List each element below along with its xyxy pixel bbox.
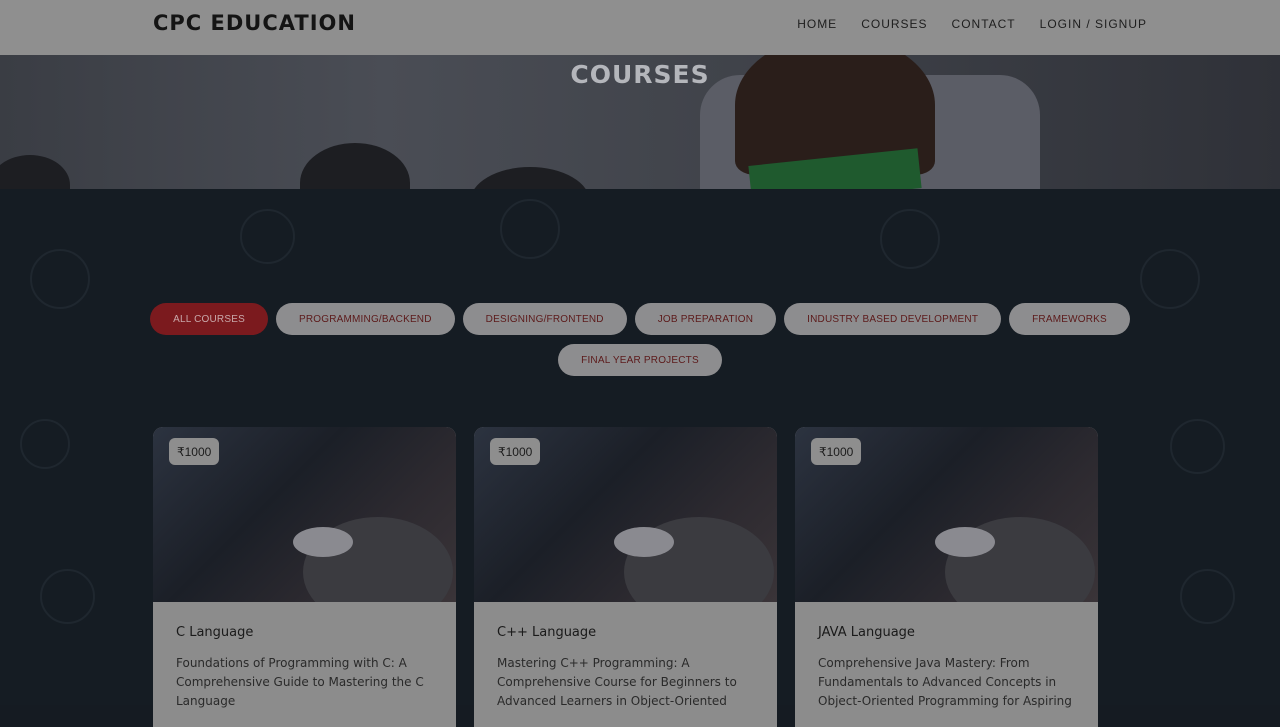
- gear-icon: [1170, 419, 1225, 474]
- hero-person-silhouette: [0, 155, 70, 189]
- card-body: C Language Foundations of Programming wi…: [153, 602, 456, 711]
- filter-job-preparation[interactable]: JOB PREPARATION: [634, 303, 777, 335]
- image-notebook: [293, 527, 353, 557]
- nav-home[interactable]: HOME: [797, 17, 837, 31]
- card-body: C++ Language Mastering C++ Programming: …: [474, 602, 777, 711]
- filter-industry-based-development[interactable]: INDUSTRY BASED DEVELOPMENT: [784, 303, 1002, 335]
- gear-icon: [30, 249, 90, 309]
- gear-icon: [500, 199, 560, 259]
- nav-login-signup[interactable]: LOGIN / SIGNUP: [1040, 17, 1147, 31]
- price-badge: ₹1000: [169, 438, 220, 465]
- nav-contact[interactable]: CONTACT: [952, 17, 1016, 31]
- filter-programming-backend[interactable]: PROGRAMMING/BACKEND: [275, 303, 455, 335]
- filter-all-courses[interactable]: ALL COURSES: [150, 303, 268, 335]
- course-title[interactable]: JAVA Language: [818, 625, 1075, 640]
- gear-icon: [40, 569, 95, 624]
- image-notebook: [935, 527, 995, 557]
- course-card[interactable]: ₹1000 C++ Language Mastering C++ Program…: [474, 427, 777, 727]
- course-filters: ALL COURSES PROGRAMMING/BACKEND DESIGNIN…: [0, 303, 1280, 385]
- price-badge: ₹1000: [811, 438, 862, 465]
- image-notebook: [614, 527, 674, 557]
- course-card-list: ₹1000 C Language Foundations of Programm…: [153, 427, 1098, 727]
- gear-icon: [1180, 569, 1235, 624]
- main-nav: HOME COURSES CONTACT LOGIN / SIGNUP: [797, 17, 1147, 31]
- course-card[interactable]: ₹1000 C Language Foundations of Programm…: [153, 427, 456, 727]
- course-title[interactable]: C Language: [176, 625, 433, 640]
- gear-icon: [880, 209, 940, 269]
- filter-row: FINAL YEAR PROJECTS: [0, 344, 1280, 376]
- filter-row: ALL COURSES PROGRAMMING/BACKEND DESIGNIN…: [0, 303, 1280, 335]
- course-description: Foundations of Programming with C: A Com…: [176, 656, 424, 708]
- course-description: Comprehensive Java Mastery: From Fundame…: [818, 656, 1072, 708]
- course-description: Mastering C++ Programming: A Comprehensi…: [497, 656, 737, 708]
- course-title[interactable]: C++ Language: [497, 625, 754, 640]
- page-title: COURSES: [570, 60, 710, 89]
- course-image: ₹1000: [474, 427, 777, 602]
- filter-designing-frontend[interactable]: DESIGNING/FRONTEND: [462, 303, 627, 335]
- course-card[interactable]: ₹1000 JAVA Language Comprehensive Java M…: [795, 427, 1098, 727]
- hero-person-silhouette: [470, 167, 590, 189]
- card-body: JAVA Language Comprehensive Java Mastery…: [795, 602, 1098, 711]
- price-badge: ₹1000: [490, 438, 541, 465]
- hero-person-silhouette: [300, 143, 410, 189]
- gear-icon: [20, 419, 70, 469]
- filter-frameworks[interactable]: FRAMEWORKS: [1009, 303, 1130, 335]
- filter-final-year-projects[interactable]: FINAL YEAR PROJECTS: [558, 344, 722, 376]
- site-logo[interactable]: CPC EDUCATION: [153, 11, 356, 35]
- course-image: ₹1000: [795, 427, 1098, 602]
- nav-courses[interactable]: COURSES: [861, 17, 927, 31]
- gear-icon: [1140, 249, 1200, 309]
- gear-icon: [240, 209, 295, 264]
- course-image: ₹1000: [153, 427, 456, 602]
- navbar: CPC EDUCATION HOME COURSES CONTACT LOGIN…: [0, 0, 1280, 55]
